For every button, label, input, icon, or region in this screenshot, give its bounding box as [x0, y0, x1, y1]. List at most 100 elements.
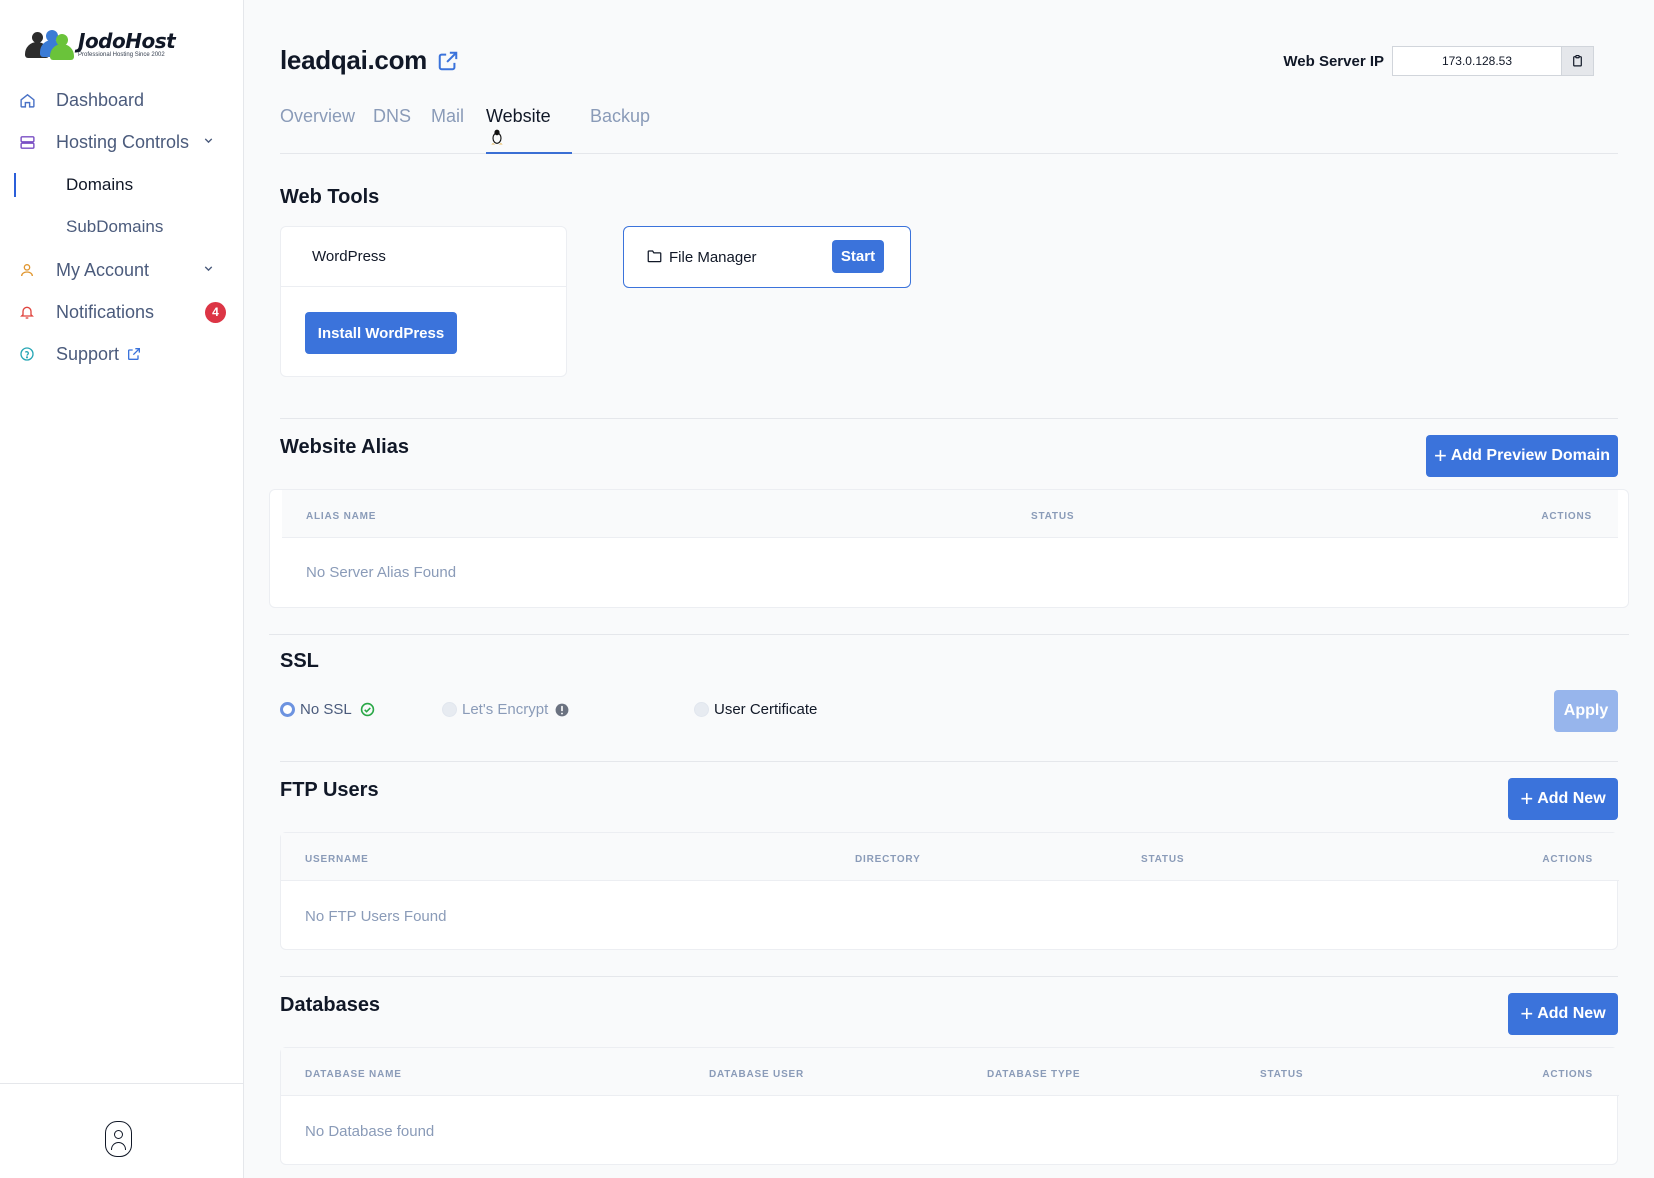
divider: [280, 418, 1618, 419]
divider: [269, 634, 1629, 635]
web-tools-title: Web Tools: [280, 186, 380, 208]
add-database-button[interactable]: + Add New: [1508, 993, 1618, 1035]
copy-button[interactable]: [1562, 46, 1594, 76]
column-header[interactable]: STATUS: [1260, 1069, 1303, 1080]
clipboard-icon: [1573, 54, 1582, 67]
server-ip-group: Web Server IP 173.0.128.53: [1283, 46, 1594, 76]
ssl-title: SSL: [280, 650, 319, 672]
linux-penguin-icon: [490, 129, 504, 150]
divider: [280, 761, 1618, 762]
sidebar-footer: [0, 1083, 244, 1178]
plus-icon: +: [1433, 443, 1447, 468]
user-avatar-icon[interactable]: [105, 1121, 132, 1157]
plus-icon: +: [1520, 786, 1534, 811]
radio-checked[interactable]: [280, 702, 295, 717]
tab-label: Website: [486, 106, 551, 126]
sidebar-item-label: Dashboard: [56, 89, 145, 110]
check-circle-icon: [360, 702, 375, 717]
add-ftp-user-button[interactable]: + Add New: [1508, 778, 1618, 820]
sidebar-item-label: Domains: [66, 175, 134, 194]
tab-dns[interactable]: DNS: [373, 106, 411, 154]
brand-name: JodoHost: [78, 28, 176, 53]
add-preview-domain-button[interactable]: + Add Preview Domain: [1426, 435, 1618, 477]
notification-count-badge: 4: [205, 301, 226, 323]
ssl-option-label: Let's Encrypt: [462, 701, 549, 718]
column-header[interactable]: STATUS: [1141, 854, 1184, 865]
jodohost-logo[interactable]: JodoHost Professional Hosting Since 2002: [22, 28, 176, 60]
sidebar-item-subdomains[interactable]: SubDomains: [0, 207, 244, 247]
external-link-icon: [126, 346, 142, 367]
chevron-down-icon: [202, 262, 215, 278]
apply-ssl-button[interactable]: Apply: [1554, 690, 1618, 732]
domain-header: leadqai.com: [280, 45, 459, 76]
sidebar-item-label: Hosting Controls: [56, 131, 190, 152]
column-header[interactable]: DATABASE USER: [709, 1069, 804, 1080]
ssl-option-label: No SSL: [300, 701, 352, 718]
people-logo-icon: [22, 28, 74, 60]
button-label: Add New: [1537, 790, 1606, 807]
chevron-down-icon: [202, 134, 215, 150]
domain-tabs: Overview DNS Mail Website Backup: [280, 100, 1618, 154]
radio-unchecked[interactable]: [442, 702, 457, 717]
sidebar-item-label: Notifications: [56, 301, 155, 322]
sidebar-item-notifications[interactable]: Notifications 4: [0, 292, 244, 332]
column-header[interactable]: DIRECTORY: [855, 854, 921, 865]
ssl-option-user-certificate[interactable]: User Certificate: [694, 701, 817, 718]
tab-mail[interactable]: Mail: [431, 106, 464, 154]
empty-state: No Server Alias Found: [306, 564, 457, 581]
button-label: Add New: [1537, 1005, 1606, 1022]
bell-icon: [18, 303, 36, 321]
column-header[interactable]: ACTIONS: [1541, 511, 1592, 522]
empty-state: No FTP Users Found: [305, 908, 447, 925]
folder-icon: [647, 249, 662, 268]
radio-unchecked[interactable]: [694, 702, 709, 717]
empty-state: No Database found: [305, 1123, 435, 1140]
tab-website[interactable]: Website: [486, 106, 572, 154]
ssl-option-label: User Certificate: [714, 701, 818, 718]
server-ip-field[interactable]: 173.0.128.53: [1392, 46, 1562, 76]
sidebar-item-label: Support: [56, 343, 120, 364]
ssl-option-lets-encrypt[interactable]: Let's Encrypt: [442, 701, 569, 718]
server-ip-label: Web Server IP: [1283, 52, 1384, 70]
start-file-manager-button[interactable]: Start: [832, 240, 884, 273]
wordpress-label: WordPress: [312, 248, 386, 265]
tab-overview[interactable]: Overview: [280, 106, 355, 154]
plus-icon: +: [1520, 1001, 1534, 1026]
sidebar-item-my-account[interactable]: My Account: [0, 250, 244, 290]
button-label: Add Preview Domain: [1450, 447, 1610, 464]
column-header[interactable]: ACTIONS: [1542, 854, 1593, 865]
ftp-users-title: FTP Users: [280, 779, 379, 801]
ssl-option-no-ssl[interactable]: No SSL: [280, 701, 375, 718]
file-manager-card: File Manager Start: [623, 226, 911, 288]
external-link-icon[interactable]: [437, 50, 459, 72]
sidebar-item-hosting-controls[interactable]: Hosting Controls: [0, 122, 244, 162]
website-alias-title: Website Alias: [280, 436, 409, 458]
databases-table: DATABASE NAME DATABASE USER DATABASE TYP…: [280, 1047, 1619, 1165]
sidebar: JodoHost Professional Hosting Since 2002…: [0, 0, 244, 1178]
divider: [280, 976, 1618, 977]
user-icon: [18, 261, 36, 279]
alias-table: ALIAS NAME STATUS ACTIONS No Server Alia…: [269, 489, 1629, 608]
sidebar-item-label: SubDomains: [66, 217, 164, 236]
column-header[interactable]: STATUS: [1031, 511, 1074, 522]
databases-title: Databases: [280, 994, 381, 1016]
sidebar-item-label: My Account: [56, 259, 150, 280]
column-header[interactable]: ACTIONS: [1542, 1069, 1593, 1080]
page-title: leadqai.com: [280, 45, 427, 75]
main-content: leadqai.com Web Server IP 173.0.128.53 O…: [244, 0, 1654, 1178]
column-header[interactable]: USERNAME: [305, 854, 369, 865]
column-header[interactable]: DATABASE NAME: [305, 1069, 402, 1080]
brand-tagline: Professional Hosting Since 2002: [78, 51, 165, 58]
file-manager-label: File Manager: [669, 249, 757, 266]
install-wordpress-button[interactable]: Install WordPress: [305, 312, 457, 354]
help-circle-icon: [18, 345, 36, 363]
sidebar-item-domains[interactable]: Domains: [0, 165, 244, 205]
sidebar-item-support[interactable]: Support: [0, 334, 244, 374]
active-indicator: [14, 173, 16, 197]
column-header[interactable]: DATABASE TYPE: [987, 1069, 1080, 1080]
sidebar-item-dashboard[interactable]: Dashboard: [0, 80, 244, 120]
ftp-users-table: USERNAME DIRECTORY STATUS ACTIONS No FTP…: [280, 832, 1619, 950]
wordpress-card: WordPress Install WordPress: [280, 226, 567, 377]
column-header[interactable]: ALIAS NAME: [306, 511, 376, 522]
tab-backup[interactable]: Backup: [590, 106, 650, 154]
